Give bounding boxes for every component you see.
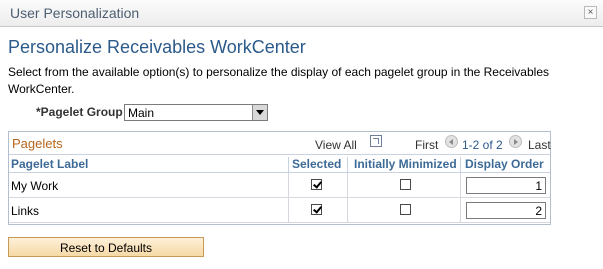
cell-divider	[288, 198, 289, 222]
display-order-input[interactable]	[466, 202, 546, 219]
col-divider	[288, 157, 289, 174]
view-all-link[interactable]: View All	[315, 138, 357, 152]
instructions-text: Select from the available option(s) to p…	[8, 65, 549, 96]
col-header-selected[interactable]: Selected	[292, 157, 341, 171]
pagelet-group-select[interactable]: Main	[124, 104, 268, 121]
selected-checkbox[interactable]	[311, 179, 322, 190]
pagelet-group-value: Main	[128, 106, 155, 120]
dropdown-arrow-icon[interactable]	[252, 105, 267, 120]
grid-title: Pagelets	[12, 136, 63, 151]
window-title: User Personalization	[10, 5, 140, 21]
reset-to-defaults-button[interactable]: Reset to Defaults	[8, 237, 204, 257]
table-row: My Work	[9, 173, 550, 198]
table-row: Links	[9, 198, 550, 223]
last-link: Last	[528, 138, 551, 152]
grid-header: Pagelets View All First 1-2 of 2 Last	[9, 132, 551, 154]
cell-divider	[460, 198, 461, 222]
col-header-initially-minimized[interactable]: Initially Minimized	[354, 157, 457, 171]
next-arrow-icon[interactable]	[509, 135, 522, 148]
title-bar: User Personalization ×	[0, 0, 603, 27]
pagelet-label: My Work	[11, 179, 59, 193]
column-headers: Pagelet Label Selected Initially Minimiz…	[9, 154, 550, 174]
minimized-checkbox[interactable]	[400, 179, 411, 190]
display-order-input[interactable]	[466, 177, 546, 194]
page-title: Personalize Receivables WorkCenter	[8, 37, 306, 57]
col-header-pagelet-label[interactable]: Pagelet Label	[11, 157, 88, 171]
cell-divider	[460, 173, 461, 197]
cell-divider	[347, 198, 348, 222]
close-button[interactable]: ×	[584, 6, 597, 19]
minimized-checkbox[interactable]	[400, 204, 411, 215]
pagelet-label: Links	[11, 204, 40, 218]
cell-divider	[347, 173, 348, 197]
col-divider	[460, 157, 461, 174]
prev-arrow-icon	[445, 135, 458, 148]
pagelets-grid: Pagelets View All First 1-2 of 2 Last Pa…	[8, 131, 551, 225]
first-link: First	[415, 138, 439, 152]
selected-checkbox[interactable]	[311, 204, 322, 215]
col-header-display-order[interactable]: Display Order	[465, 157, 544, 171]
grid-zoom-icon[interactable]	[370, 135, 382, 147]
row-count: 1-2 of 2	[462, 138, 503, 152]
pagelet-group-label: *Pagelet Group	[36, 105, 123, 119]
col-divider	[347, 157, 348, 174]
cell-divider	[288, 173, 289, 197]
